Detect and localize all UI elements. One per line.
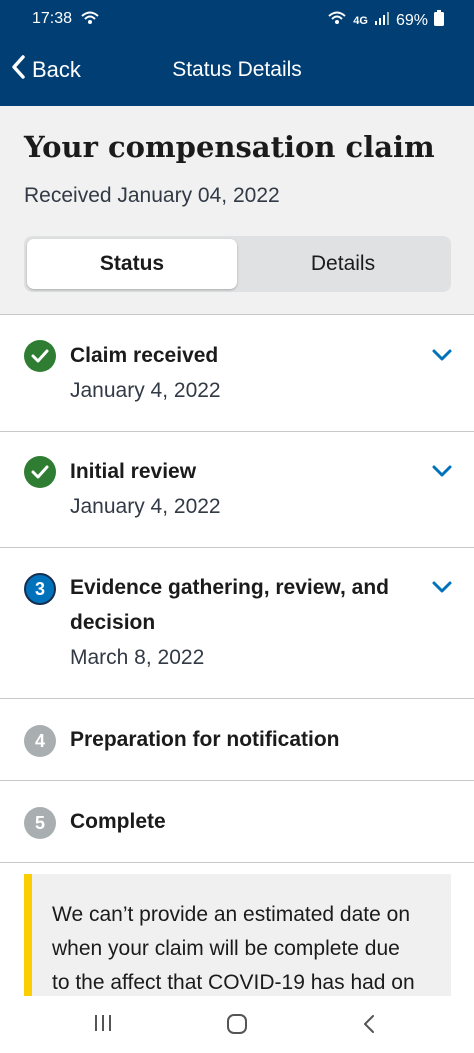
step-title: Initial review [70,460,197,483]
step-title: Preparation for notification [70,728,340,751]
recent-apps-button[interactable] [90,1012,120,1038]
alert-line: to the affect that COVID-19 has had on [52,971,415,994]
tab-details[interactable]: Details [238,239,448,289]
step-title-line-1: Evidence gathering, review, and [70,576,389,599]
battery-level: 69% [395,11,428,29]
tab-status[interactable]: Status [27,239,237,289]
top-bar: 17:38 4G 69% Back Status Details [0,0,474,106]
step-number-badge: 5 [24,807,56,839]
step-complete: 5 Complete [0,781,474,863]
step-date: March 8, 2022 [70,646,205,669]
page-title: Status Details [172,58,302,81]
claim-title: Your compensation claim [24,130,435,164]
claim-summary: Your compensation claim Received January… [0,106,474,315]
step-title-line-2: decision [70,611,156,634]
step-preparation: 4 Preparation for notification [0,699,474,781]
network-type: 4G [353,14,368,27]
home-button[interactable] [223,1012,253,1038]
received-date: Received January 04, 2022 [24,184,280,207]
step-date: January 4, 2022 [70,495,221,518]
chevron-down-icon[interactable] [430,459,454,483]
wifi-calling-icon [80,10,100,31]
step-evidence-gathering[interactable]: 3 Evidence gathering, review, and decisi… [0,548,474,699]
status-bar: 17:38 4G 69% [0,0,474,38]
system-back-button[interactable] [358,1012,388,1038]
alert-line: We can’t provide an estimated date on [52,903,410,926]
clock: 17:38 [32,10,73,27]
step-date: January 4, 2022 [70,379,221,402]
system-nav-bar [0,996,474,1053]
signal-icon [374,11,390,30]
step-claim-received[interactable]: Claim received January 4, 2022 [0,315,474,432]
chevron-down-icon[interactable] [430,575,454,599]
check-circle-icon [24,456,56,488]
check-circle-icon [24,340,56,372]
tab-toggle: Status Details [24,236,451,292]
estimate-alert: We can’t provide an estimated date on wh… [24,874,451,1004]
battery-icon [434,10,444,31]
status-icons: 4G 69% [327,10,444,31]
step-number-badge: 4 [24,725,56,757]
nav-bar: Back Status Details [0,40,474,100]
chevron-down-icon[interactable] [430,343,454,367]
alert-text: We can’t provide an estimated date on wh… [52,898,432,1000]
step-initial-review[interactable]: Initial review January 4, 2022 [0,432,474,548]
wifi-icon [327,10,347,31]
step-title: Claim received [70,344,219,367]
alert-line: when your claim will be complete due [52,937,400,960]
step-number-badge: 3 [24,573,56,605]
step-title: Complete [70,810,166,833]
